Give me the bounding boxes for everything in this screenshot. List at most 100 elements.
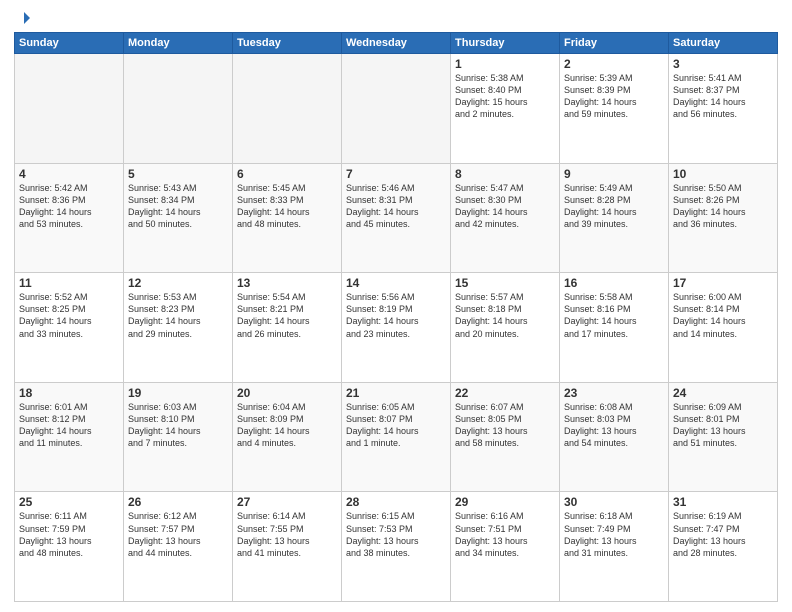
day-header-monday: Monday bbox=[124, 33, 233, 54]
day-number: 22 bbox=[455, 386, 555, 400]
day-number: 15 bbox=[455, 276, 555, 290]
header bbox=[14, 10, 778, 26]
calendar-cell: 3Sunrise: 5:41 AM Sunset: 8:37 PM Daylig… bbox=[669, 54, 778, 164]
day-number: 11 bbox=[19, 276, 119, 290]
day-info: Sunrise: 5:50 AM Sunset: 8:26 PM Dayligh… bbox=[673, 182, 773, 231]
calendar-cell bbox=[15, 54, 124, 164]
day-header-friday: Friday bbox=[560, 33, 669, 54]
calendar-table: SundayMondayTuesdayWednesdayThursdayFrid… bbox=[14, 32, 778, 602]
calendar-cell: 12Sunrise: 5:53 AM Sunset: 8:23 PM Dayli… bbox=[124, 273, 233, 383]
calendar-cell: 4Sunrise: 5:42 AM Sunset: 8:36 PM Daylig… bbox=[15, 163, 124, 273]
day-info: Sunrise: 5:38 AM Sunset: 8:40 PM Dayligh… bbox=[455, 72, 555, 121]
calendar-cell bbox=[342, 54, 451, 164]
calendar-cell: 9Sunrise: 5:49 AM Sunset: 8:28 PM Daylig… bbox=[560, 163, 669, 273]
day-number: 4 bbox=[19, 167, 119, 181]
week-row-2: 11Sunrise: 5:52 AM Sunset: 8:25 PM Dayli… bbox=[15, 273, 778, 383]
day-info: Sunrise: 5:56 AM Sunset: 8:19 PM Dayligh… bbox=[346, 291, 446, 340]
calendar-cell: 18Sunrise: 6:01 AM Sunset: 8:12 PM Dayli… bbox=[15, 382, 124, 492]
calendar-cell: 31Sunrise: 6:19 AM Sunset: 7:47 PM Dayli… bbox=[669, 492, 778, 602]
day-info: Sunrise: 5:42 AM Sunset: 8:36 PM Dayligh… bbox=[19, 182, 119, 231]
day-number: 16 bbox=[564, 276, 664, 290]
day-info: Sunrise: 6:07 AM Sunset: 8:05 PM Dayligh… bbox=[455, 401, 555, 450]
day-number: 24 bbox=[673, 386, 773, 400]
day-number: 18 bbox=[19, 386, 119, 400]
day-number: 2 bbox=[564, 57, 664, 71]
calendar-cell: 11Sunrise: 5:52 AM Sunset: 8:25 PM Dayli… bbox=[15, 273, 124, 383]
day-number: 14 bbox=[346, 276, 446, 290]
day-number: 12 bbox=[128, 276, 228, 290]
calendar-cell: 7Sunrise: 5:46 AM Sunset: 8:31 PM Daylig… bbox=[342, 163, 451, 273]
day-number: 3 bbox=[673, 57, 773, 71]
calendar-cell: 19Sunrise: 6:03 AM Sunset: 8:10 PM Dayli… bbox=[124, 382, 233, 492]
day-header-tuesday: Tuesday bbox=[233, 33, 342, 54]
day-info: Sunrise: 5:39 AM Sunset: 8:39 PM Dayligh… bbox=[564, 72, 664, 121]
day-number: 9 bbox=[564, 167, 664, 181]
day-number: 20 bbox=[237, 386, 337, 400]
calendar-cell: 27Sunrise: 6:14 AM Sunset: 7:55 PM Dayli… bbox=[233, 492, 342, 602]
calendar-body: 1Sunrise: 5:38 AM Sunset: 8:40 PM Daylig… bbox=[15, 54, 778, 602]
day-number: 7 bbox=[346, 167, 446, 181]
day-number: 25 bbox=[19, 495, 119, 509]
day-info: Sunrise: 5:53 AM Sunset: 8:23 PM Dayligh… bbox=[128, 291, 228, 340]
calendar-cell: 14Sunrise: 5:56 AM Sunset: 8:19 PM Dayli… bbox=[342, 273, 451, 383]
calendar-cell: 23Sunrise: 6:08 AM Sunset: 8:03 PM Dayli… bbox=[560, 382, 669, 492]
calendar-cell: 20Sunrise: 6:04 AM Sunset: 8:09 PM Dayli… bbox=[233, 382, 342, 492]
calendar-cell: 30Sunrise: 6:18 AM Sunset: 7:49 PM Dayli… bbox=[560, 492, 669, 602]
calendar-cell: 1Sunrise: 5:38 AM Sunset: 8:40 PM Daylig… bbox=[451, 54, 560, 164]
calendar-cell: 6Sunrise: 5:45 AM Sunset: 8:33 PM Daylig… bbox=[233, 163, 342, 273]
calendar-cell: 25Sunrise: 6:11 AM Sunset: 7:59 PM Dayli… bbox=[15, 492, 124, 602]
day-number: 27 bbox=[237, 495, 337, 509]
day-info: Sunrise: 6:11 AM Sunset: 7:59 PM Dayligh… bbox=[19, 510, 119, 559]
day-number: 19 bbox=[128, 386, 228, 400]
calendar-cell: 24Sunrise: 6:09 AM Sunset: 8:01 PM Dayli… bbox=[669, 382, 778, 492]
day-info: Sunrise: 5:45 AM Sunset: 8:33 PM Dayligh… bbox=[237, 182, 337, 231]
day-info: Sunrise: 6:03 AM Sunset: 8:10 PM Dayligh… bbox=[128, 401, 228, 450]
day-number: 13 bbox=[237, 276, 337, 290]
calendar-cell: 29Sunrise: 6:16 AM Sunset: 7:51 PM Dayli… bbox=[451, 492, 560, 602]
day-header-sunday: Sunday bbox=[15, 33, 124, 54]
day-info: Sunrise: 5:57 AM Sunset: 8:18 PM Dayligh… bbox=[455, 291, 555, 340]
calendar-cell: 16Sunrise: 5:58 AM Sunset: 8:16 PM Dayli… bbox=[560, 273, 669, 383]
calendar-cell: 10Sunrise: 5:50 AM Sunset: 8:26 PM Dayli… bbox=[669, 163, 778, 273]
calendar-header: SundayMondayTuesdayWednesdayThursdayFrid… bbox=[15, 33, 778, 54]
day-info: Sunrise: 6:04 AM Sunset: 8:09 PM Dayligh… bbox=[237, 401, 337, 450]
day-info: Sunrise: 6:14 AM Sunset: 7:55 PM Dayligh… bbox=[237, 510, 337, 559]
day-info: Sunrise: 6:16 AM Sunset: 7:51 PM Dayligh… bbox=[455, 510, 555, 559]
day-info: Sunrise: 6:05 AM Sunset: 8:07 PM Dayligh… bbox=[346, 401, 446, 450]
day-info: Sunrise: 6:18 AM Sunset: 7:49 PM Dayligh… bbox=[564, 510, 664, 559]
calendar-cell bbox=[124, 54, 233, 164]
day-info: Sunrise: 5:41 AM Sunset: 8:37 PM Dayligh… bbox=[673, 72, 773, 121]
day-info: Sunrise: 5:47 AM Sunset: 8:30 PM Dayligh… bbox=[455, 182, 555, 231]
calendar-cell: 21Sunrise: 6:05 AM Sunset: 8:07 PM Dayli… bbox=[342, 382, 451, 492]
logo bbox=[14, 10, 32, 26]
day-number: 26 bbox=[128, 495, 228, 509]
day-info: Sunrise: 5:52 AM Sunset: 8:25 PM Dayligh… bbox=[19, 291, 119, 340]
day-number: 5 bbox=[128, 167, 228, 181]
day-info: Sunrise: 5:54 AM Sunset: 8:21 PM Dayligh… bbox=[237, 291, 337, 340]
day-info: Sunrise: 6:08 AM Sunset: 8:03 PM Dayligh… bbox=[564, 401, 664, 450]
week-row-4: 25Sunrise: 6:11 AM Sunset: 7:59 PM Dayli… bbox=[15, 492, 778, 602]
calendar-cell: 26Sunrise: 6:12 AM Sunset: 7:57 PM Dayli… bbox=[124, 492, 233, 602]
day-number: 8 bbox=[455, 167, 555, 181]
day-header-wednesday: Wednesday bbox=[342, 33, 451, 54]
day-info: Sunrise: 6:01 AM Sunset: 8:12 PM Dayligh… bbox=[19, 401, 119, 450]
week-row-1: 4Sunrise: 5:42 AM Sunset: 8:36 PM Daylig… bbox=[15, 163, 778, 273]
calendar-cell: 22Sunrise: 6:07 AM Sunset: 8:05 PM Dayli… bbox=[451, 382, 560, 492]
day-info: Sunrise: 6:09 AM Sunset: 8:01 PM Dayligh… bbox=[673, 401, 773, 450]
day-number: 31 bbox=[673, 495, 773, 509]
calendar-cell: 28Sunrise: 6:15 AM Sunset: 7:53 PM Dayli… bbox=[342, 492, 451, 602]
day-header-saturday: Saturday bbox=[669, 33, 778, 54]
calendar-cell: 13Sunrise: 5:54 AM Sunset: 8:21 PM Dayli… bbox=[233, 273, 342, 383]
day-number: 23 bbox=[564, 386, 664, 400]
week-row-0: 1Sunrise: 5:38 AM Sunset: 8:40 PM Daylig… bbox=[15, 54, 778, 164]
day-info: Sunrise: 5:46 AM Sunset: 8:31 PM Dayligh… bbox=[346, 182, 446, 231]
day-info: Sunrise: 6:19 AM Sunset: 7:47 PM Dayligh… bbox=[673, 510, 773, 559]
day-number: 10 bbox=[673, 167, 773, 181]
page: SundayMondayTuesdayWednesdayThursdayFrid… bbox=[0, 0, 792, 612]
logo-icon bbox=[16, 10, 32, 26]
calendar-cell: 8Sunrise: 5:47 AM Sunset: 8:30 PM Daylig… bbox=[451, 163, 560, 273]
day-info: Sunrise: 5:43 AM Sunset: 8:34 PM Dayligh… bbox=[128, 182, 228, 231]
week-row-3: 18Sunrise: 6:01 AM Sunset: 8:12 PM Dayli… bbox=[15, 382, 778, 492]
day-number: 17 bbox=[673, 276, 773, 290]
day-info: Sunrise: 5:58 AM Sunset: 8:16 PM Dayligh… bbox=[564, 291, 664, 340]
